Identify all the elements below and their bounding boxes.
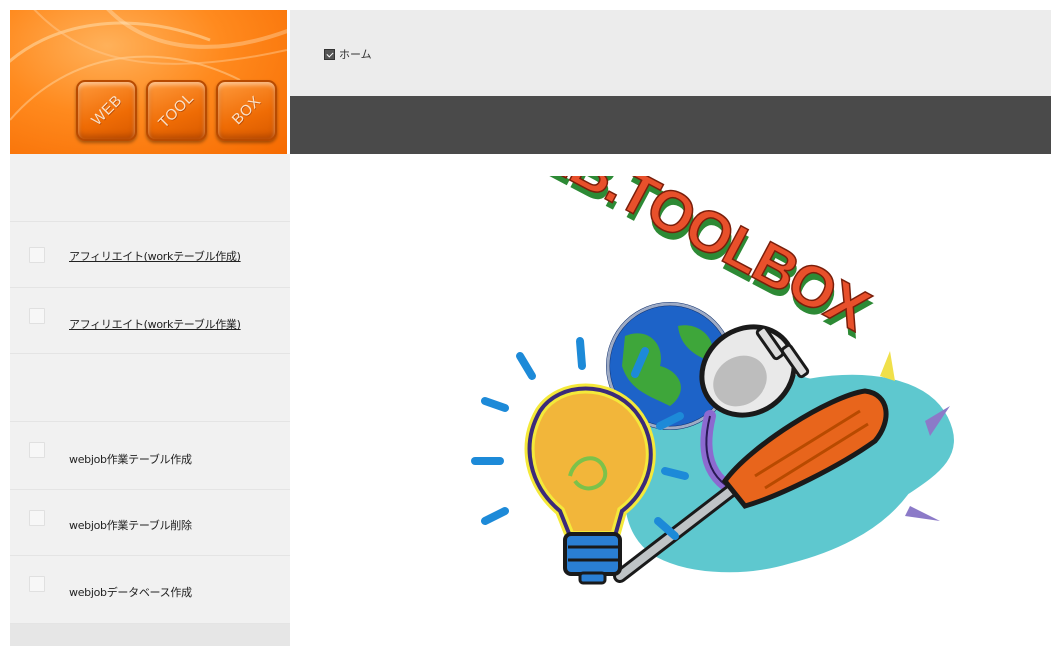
logo-tile-web: WEB	[76, 80, 137, 141]
sidebar-item-affiliate-work[interactable]: アフィリエイト(workテーブル作業)	[10, 287, 290, 354]
sidebar-footer	[10, 623, 290, 646]
sidebar-item-checkbox[interactable]	[29, 576, 45, 592]
sidebar-item-webjob-create-db[interactable]: webjobデータベース作成	[10, 555, 290, 624]
header-band	[290, 96, 1051, 154]
sidebar-spacer	[10, 353, 290, 422]
sidebar: アフィリエイト(workテーブル作成) アフィリエイト(workテーブル作業) …	[10, 154, 290, 646]
sidebar-item-checkbox[interactable]	[29, 510, 45, 526]
main-content: WEB.TOOLBOX WEB.TOOLBOX	[290, 154, 1051, 645]
home-icon	[324, 48, 335, 60]
sidebar-item-checkbox[interactable]	[29, 247, 45, 263]
breadcrumb: ホーム	[324, 46, 372, 62]
sidebar-item-label[interactable]: アフィリエイト(workテーブル作業)	[69, 316, 241, 332]
sidebar-item-affiliate-create[interactable]: アフィリエイト(workテーブル作成)	[10, 221, 290, 288]
logo-tile-tool-text: TOOL	[155, 89, 198, 132]
breadcrumb-home-link[interactable]: ホーム	[339, 46, 372, 62]
logo-tile-box: BOX	[216, 80, 277, 141]
sidebar-item-webjob-create-table[interactable]: webjob作業テーブル作成	[10, 421, 290, 490]
sidebar-item-label[interactable]: アフィリエイト(workテーブル作成)	[69, 248, 241, 264]
logo-tile-web-text: WEB	[87, 91, 126, 130]
web-toolbox-clipart: WEB.TOOLBOX WEB.TOOLBOX	[471, 176, 959, 585]
site-logo[interactable]: WEB TOOL BOX	[10, 10, 287, 154]
sidebar-item-checkbox[interactable]	[29, 442, 45, 458]
sidebar-item-checkbox[interactable]	[29, 308, 45, 324]
logo-tile-tool: TOOL	[146, 80, 207, 141]
sidebar-item-webjob-delete-table[interactable]: webjob作業テーブル削除	[10, 489, 290, 556]
sidebar-item-label[interactable]: webjob作業テーブル作成	[69, 451, 192, 467]
sidebar-item-label[interactable]: webjob作業テーブル削除	[69, 517, 192, 533]
top-bar: ホーム	[290, 10, 1051, 96]
logo-tile-box-text: BOX	[228, 92, 265, 129]
sidebar-item-label[interactable]: webjobデータベース作成	[69, 584, 192, 600]
